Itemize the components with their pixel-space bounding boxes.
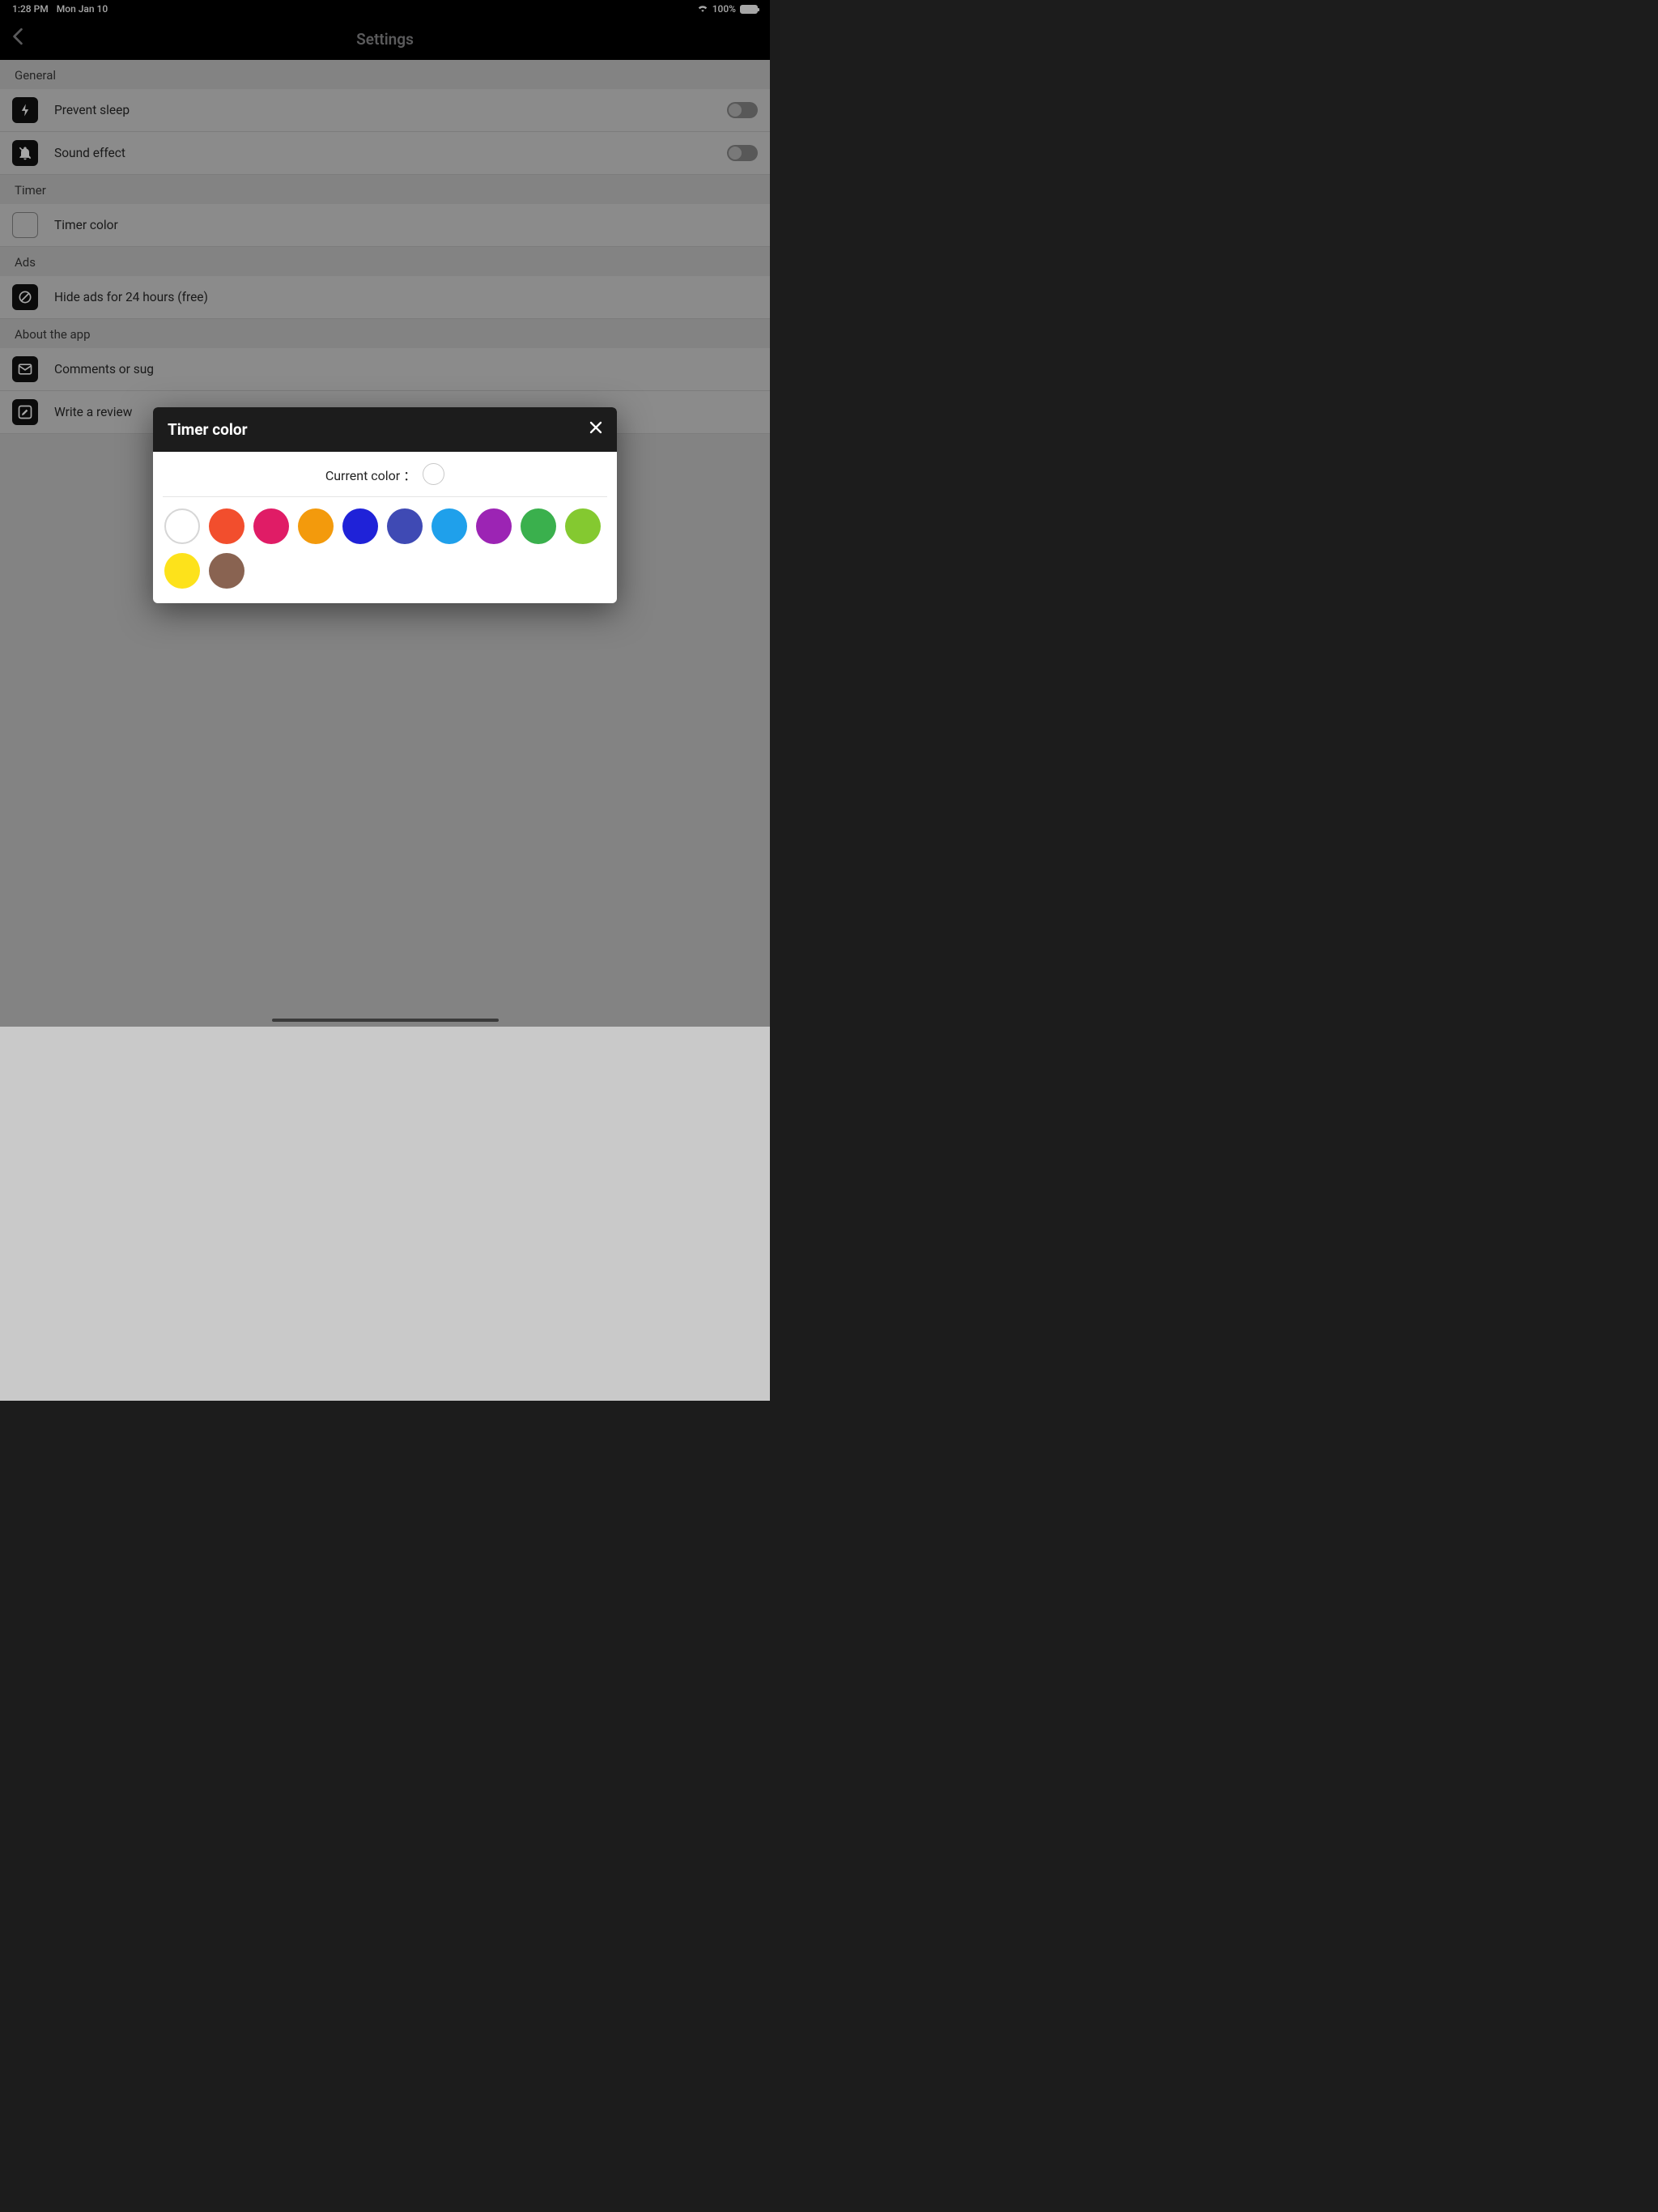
color-swatch[interactable]	[521, 508, 556, 544]
color-swatch[interactable]	[209, 508, 244, 544]
current-color-row: Current color ：	[163, 463, 607, 497]
color-swatch[interactable]	[476, 508, 512, 544]
modal-header: Timer color	[153, 407, 617, 452]
color-swatch[interactable]	[164, 553, 200, 589]
color-swatch[interactable]	[253, 508, 289, 544]
home-indicator	[272, 1019, 499, 1022]
modal-title: Timer color	[168, 420, 248, 439]
color-swatch[interactable]	[298, 508, 334, 544]
current-color-swatch	[423, 463, 444, 485]
current-color-label: Current color ：	[325, 465, 416, 484]
color-palette	[159, 508, 610, 589]
timer-color-modal: Timer color Current color ：	[153, 407, 617, 603]
color-swatch[interactable]	[432, 508, 467, 544]
close-button[interactable]	[589, 421, 602, 438]
color-swatch[interactable]	[164, 508, 200, 544]
color-swatch[interactable]	[342, 508, 378, 544]
color-swatch[interactable]	[387, 508, 423, 544]
color-swatch[interactable]	[209, 553, 244, 589]
color-swatch[interactable]	[565, 508, 601, 544]
